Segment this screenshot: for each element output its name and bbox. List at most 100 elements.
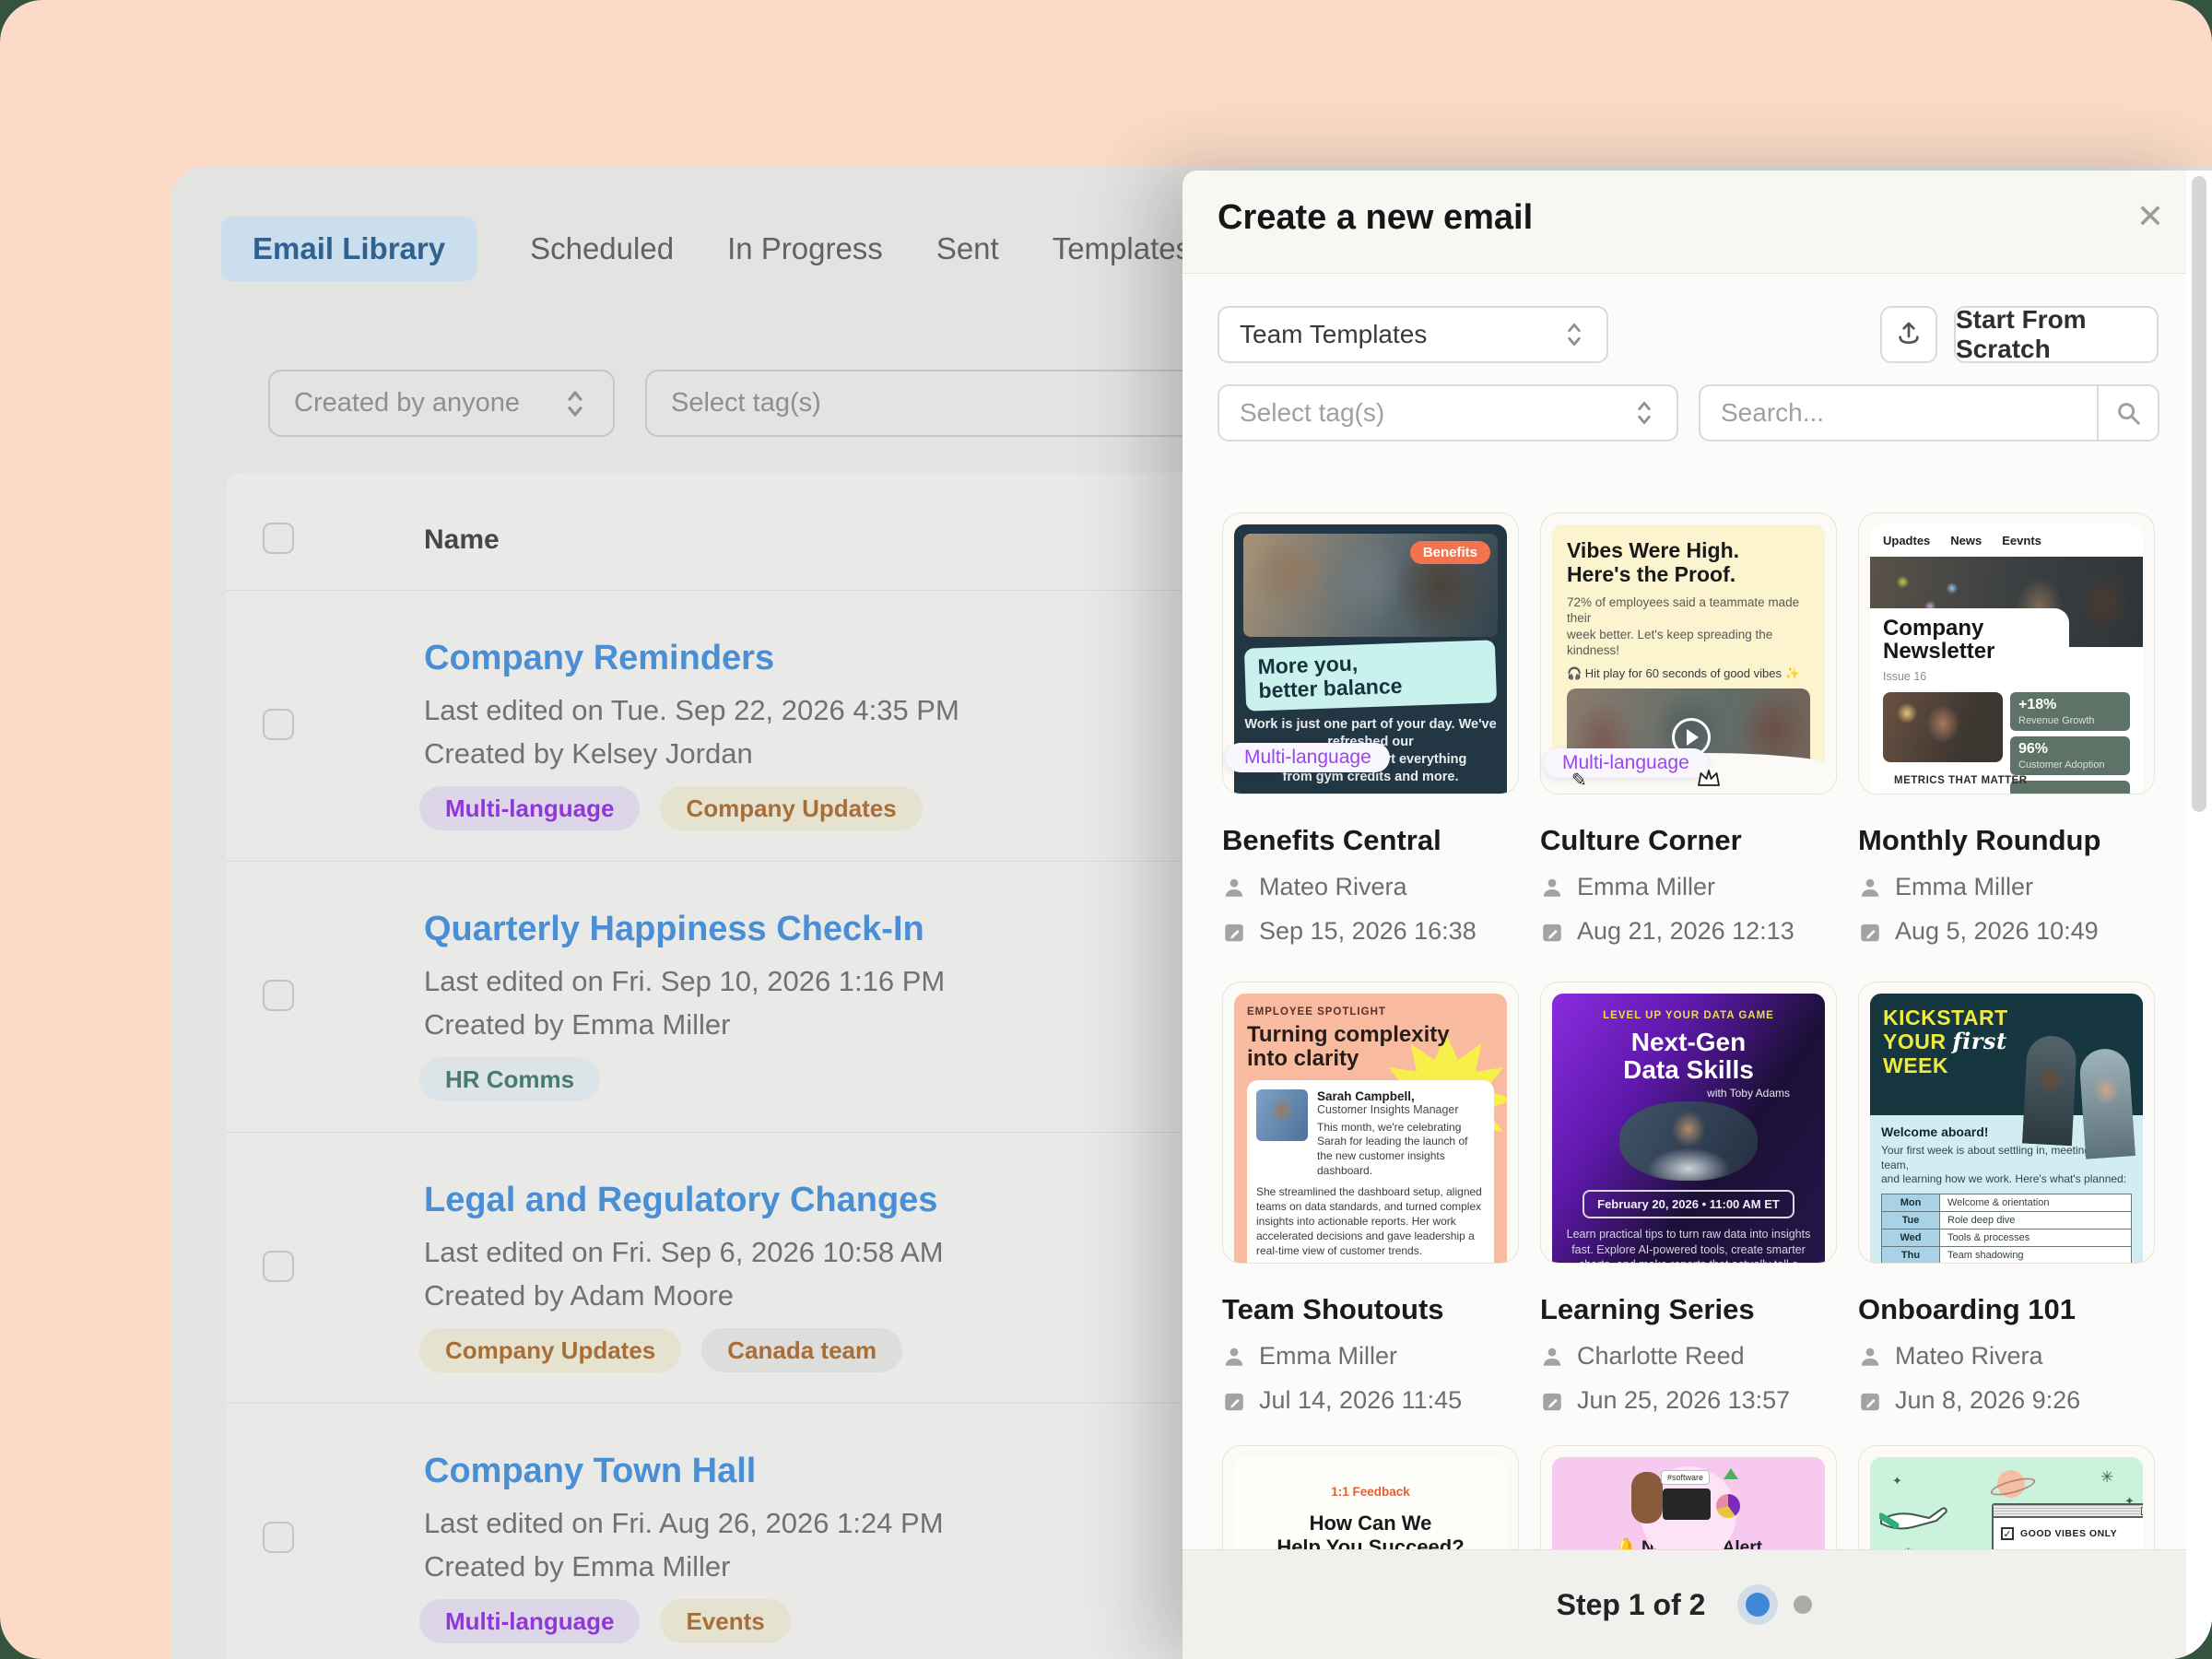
created-by-text: Created by Adam Moore: [424, 1279, 734, 1312]
created-by-text: Created by Emma Miller: [424, 1550, 730, 1583]
name-column-header: Name: [424, 524, 500, 556]
step-indicator-label: Step 1 of 2: [1557, 1588, 1706, 1622]
calendar-edit-icon: [1858, 920, 1882, 944]
template-card-learning-series[interactable]: LEVEL UP YOUR DATA GAME Next-Gen Data Sk…: [1540, 982, 1837, 1415]
spotlight-headline: Turning complexity into clarity: [1247, 1023, 1494, 1071]
newsletter-nav: Upadtes News Eevnts: [1870, 524, 2143, 557]
stat-cropped: [2010, 781, 2130, 794]
card-title: Monthly Roundup: [1858, 824, 2155, 857]
stat-customer-adoption: 96%Customer Adoption: [2010, 736, 2130, 775]
calendar-edit-icon: [1540, 1389, 1564, 1413]
spotlight-intro: This month, we're celebrating Sarah for …: [1317, 1121, 1485, 1178]
tag-events: Events: [660, 1599, 790, 1643]
email-title-link[interactable]: Company Town Hall: [424, 1452, 756, 1491]
tab-email-library[interactable]: Email Library: [221, 217, 477, 281]
photo-arch: [2078, 1047, 2136, 1159]
tab-templates[interactable]: Templates: [1053, 217, 1191, 281]
learning-headline: Next-Gen Data Skills: [1565, 1029, 1812, 1083]
template-card-benefits-central[interactable]: Benefits More you, better balance Work i…: [1222, 512, 1519, 946]
close-icon[interactable]: ✕: [2136, 200, 2164, 233]
modal-title: Create a new email: [1218, 198, 1533, 238]
tag-company-updates: Company Updates: [660, 786, 922, 830]
employee-photo: [1256, 1089, 1308, 1141]
tag-canada-team: Canada team: [701, 1328, 902, 1372]
template-preview: KICKSTART YOUR first WEEK Welcome aboard…: [1858, 982, 2155, 1264]
card-title: Learning Series: [1540, 1293, 1837, 1326]
calendar-edit-icon: [1540, 920, 1564, 944]
created-by-text: Created by Kelsey Jordan: [424, 737, 753, 771]
template-source-value: Team Templates: [1240, 320, 1427, 349]
card-date: Sep 15, 2026 16:38: [1222, 917, 1519, 946]
card-title: Benefits Central: [1222, 824, 1519, 857]
photo-arch: [2022, 1035, 2077, 1147]
upload-template-button[interactable]: [1880, 306, 1937, 363]
last-edited-text: Last edited on Fri. Aug 26, 2026 1:24 PM: [424, 1507, 944, 1540]
card-author: Mateo Rivera: [1858, 1342, 2155, 1371]
modal-tag-placeholder: Select tag(s): [1240, 398, 1384, 428]
culture-body: 72% of employees said a teammate made th…: [1567, 594, 1810, 659]
created-by-text: Created by Emma Miller: [424, 1008, 730, 1041]
modal-footer: Step 1 of 2: [1182, 1549, 2186, 1659]
row-checkbox[interactable]: [263, 1251, 294, 1282]
tag-filter-placeholder: Select tag(s): [671, 388, 821, 418]
main-tab-bar: Email Library Scheduled In Progress Sent…: [221, 217, 1191, 281]
onboarding-schedule-table: MonWelcome & orientation TueRole deep di…: [1881, 1194, 2132, 1263]
calendar-edit-icon: [1858, 1389, 1882, 1413]
row-tags: HR Comms: [419, 1057, 600, 1101]
tag-multi-language: Multi-language: [419, 1599, 640, 1643]
email-title-link[interactable]: Legal and Regulatory Changes: [424, 1181, 937, 1220]
employee-role: Customer Insights Manager: [1317, 1103, 1485, 1116]
modal-scrollbar-thumb[interactable]: [2192, 176, 2206, 812]
tab-sent[interactable]: Sent: [936, 217, 999, 281]
select-all-checkbox[interactable]: [263, 523, 294, 554]
start-from-scratch-button[interactable]: Start From Scratch: [1954, 306, 2159, 363]
card-author: Mateo Rivera: [1222, 873, 1519, 901]
email-title-link[interactable]: Company Reminders: [424, 639, 774, 678]
presenter-name: with Toby Adams: [1707, 1087, 1790, 1100]
chevron-up-down-icon: [1632, 398, 1656, 428]
benefits-photo: Benefits: [1243, 534, 1498, 637]
webinar-date-pill: February 20, 2026 • 11:00 AM ET: [1583, 1190, 1794, 1218]
script-word: first: [1952, 1028, 2006, 1054]
email-title-link[interactable]: Quarterly Happiness Check-In: [424, 910, 924, 949]
tool-illustration: #software: [1552, 1457, 1825, 1533]
calendar-edit-icon: [1222, 1389, 1246, 1413]
template-preview: Upadtes News Eevnts Company Newsletter I…: [1858, 512, 2155, 794]
tab-scheduled[interactable]: Scheduled: [530, 217, 674, 281]
last-edited-text: Last edited on Fri. Sep 6, 2026 10:58 AM: [424, 1236, 944, 1269]
created-by-filter-value: Created by anyone: [294, 388, 520, 418]
newsletter-headline: Company Newsletter: [1883, 618, 2058, 664]
row-checkbox[interactable]: [263, 1522, 294, 1553]
row-checkbox[interactable]: [263, 709, 294, 740]
metrics-label: METRICS THAT MATTER: [1894, 775, 2028, 786]
tab-in-progress[interactable]: In Progress: [727, 217, 883, 281]
person-icon: [1540, 876, 1564, 900]
culture-play-line: 🎧 Hit play for 60 seconds of good vibes …: [1567, 666, 1810, 681]
row-tags: Company Updates Canada team: [419, 1328, 902, 1372]
planet-icon: [1997, 1470, 2025, 1498]
person-icon: [1858, 1345, 1882, 1369]
search-input[interactable]: [1700, 386, 2097, 440]
modal-tag-select[interactable]: Select tag(s): [1218, 384, 1678, 441]
newsletter-issue: Issue 16: [1883, 670, 2058, 683]
card-date: Aug 21, 2026 12:13: [1540, 917, 1837, 946]
card-title: Culture Corner: [1540, 824, 1837, 857]
learning-kicker: LEVEL UP YOUR DATA GAME: [1565, 1010, 1812, 1021]
screenshot-canvas: Email Library Scheduled In Progress Sent…: [0, 0, 2212, 1659]
upload-icon: [1894, 318, 1924, 352]
template-source-select[interactable]: Team Templates: [1218, 306, 1608, 363]
search-button[interactable]: [2097, 386, 2158, 440]
template-card-onboarding-101[interactable]: KICKSTART YOUR first WEEK Welcome aboard…: [1858, 982, 2155, 1415]
tag-hr-comms: HR Comms: [419, 1057, 600, 1101]
modal-scrollbar-track[interactable]: [2186, 171, 2212, 1659]
pencil-scribble-icon: ✎: [1571, 769, 1587, 792]
last-edited-text: Last edited on Fri. Sep 10, 2026 1:16 PM: [424, 965, 945, 998]
template-card-team-shoutouts[interactable]: EMPLOYEE SPOTLIGHT Turning complexity in…: [1222, 982, 1519, 1415]
created-by-filter[interactable]: Created by anyone: [268, 370, 615, 437]
template-card-culture-corner[interactable]: Vibes Were High. Here's the Proof. 72% o…: [1540, 512, 1837, 946]
multi-language-badge: Multi-language: [1544, 748, 1708, 778]
template-card-monthly-roundup[interactable]: Upadtes News Eevnts Company Newsletter I…: [1858, 512, 2155, 946]
tag-multi-language: Multi-language: [419, 786, 640, 830]
row-checkbox[interactable]: [263, 980, 294, 1011]
step-dots: [1746, 1593, 1812, 1617]
